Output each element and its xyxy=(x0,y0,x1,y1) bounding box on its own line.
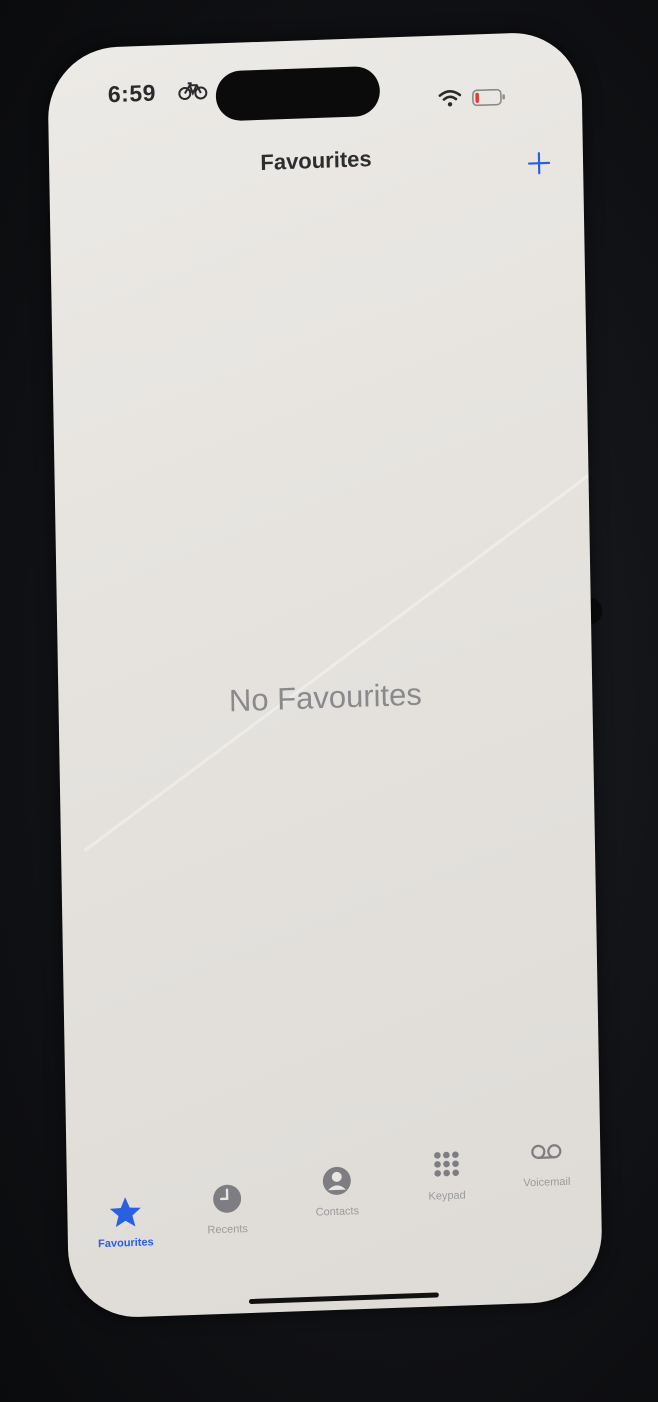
tab-label-voicemail: Voicemail xyxy=(523,1175,571,1190)
plus-icon xyxy=(527,152,551,175)
screen-glare xyxy=(83,428,603,852)
voicemail-icon xyxy=(531,1144,562,1159)
home-indicator[interactable] xyxy=(248,1292,439,1305)
empty-state-message: No Favourites xyxy=(228,676,423,719)
tab-contacts[interactable]: Contacts xyxy=(287,1162,388,1219)
clock-icon xyxy=(213,1184,242,1213)
phone-screen: 6:59 Favourites No Favourites Favourites… xyxy=(47,30,603,1320)
tab-label-recents: Recents xyxy=(207,1223,248,1237)
add-favourite-button[interactable] xyxy=(525,149,553,178)
tab-label-keypad: Keypad xyxy=(428,1189,466,1203)
status-time: 6:59 xyxy=(107,79,157,108)
tab-bar: Favourites Recents Contacts Keypad Voice… xyxy=(67,1144,602,1278)
tab-label-contacts: Contacts xyxy=(315,1205,360,1219)
tab-favourites[interactable]: Favourites xyxy=(75,1194,176,1251)
bicycle-icon xyxy=(178,82,208,101)
keypad-icon xyxy=(434,1151,459,1177)
page-title: Favourites xyxy=(260,146,372,175)
battery-low-icon xyxy=(472,88,505,107)
star-icon xyxy=(109,1197,141,1228)
tab-voicemail[interactable]: Voicemail xyxy=(496,1133,597,1190)
tab-recents[interactable]: Recents xyxy=(177,1180,278,1237)
tab-keypad[interactable]: Keypad xyxy=(396,1146,497,1203)
dynamic-island xyxy=(215,65,381,122)
tab-label-favourites: Favourites xyxy=(98,1236,154,1251)
wifi-icon xyxy=(438,89,462,107)
photo-background: 6:59 Favourites No Favourites Favourites… xyxy=(0,0,658,1402)
person-circle-icon xyxy=(322,1166,351,1195)
